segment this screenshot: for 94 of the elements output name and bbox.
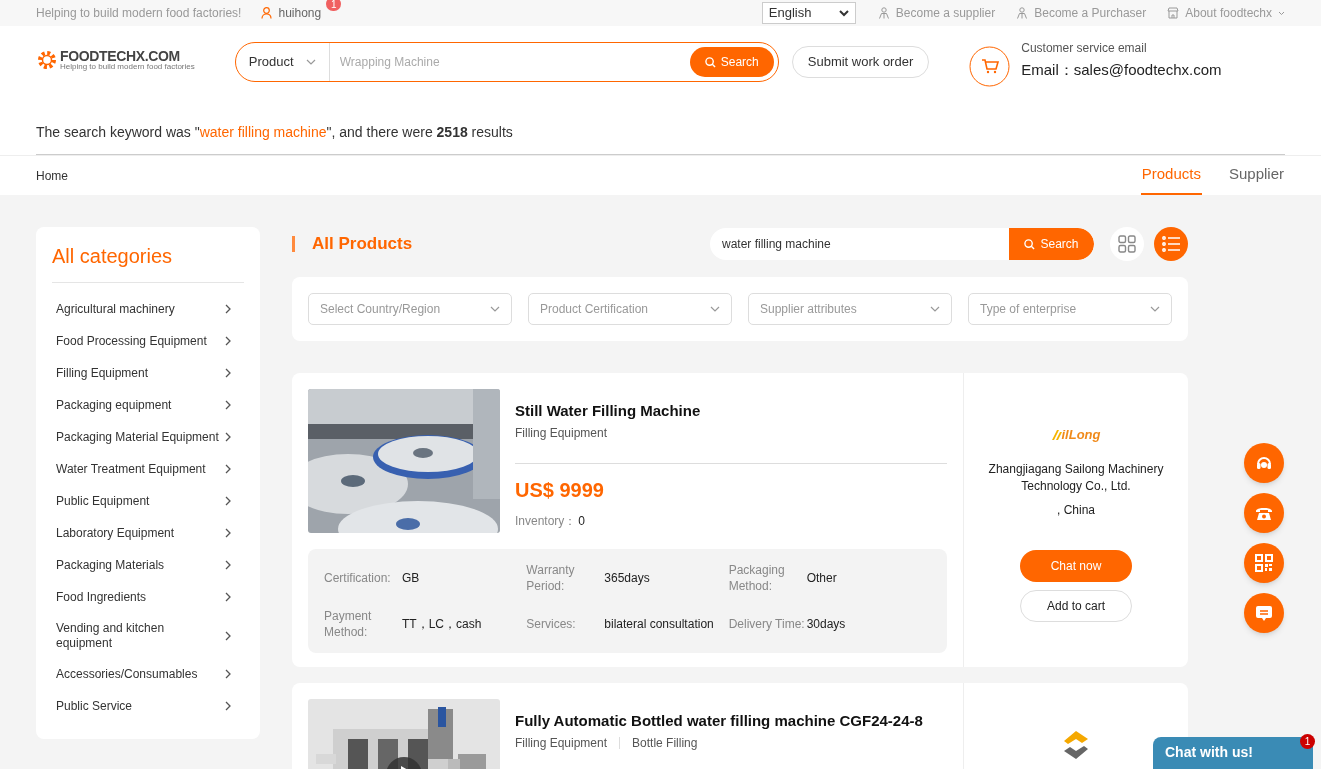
chevron-down-icon <box>838 9 849 17</box>
float-button[interactable] <box>1244 493 1284 533</box>
qr-code-icon <box>1255 554 1273 572</box>
logo-text: FOODTECHX.COM <box>60 49 181 63</box>
spec-label: Packaging Method: <box>728 562 786 594</box>
product-title[interactable]: Fully Automatic Bottled water filling machine CGF24-24-8 <box>515 710 947 733</box>
float-button[interactable] <box>1244 443 1284 483</box>
headset-icon <box>1255 454 1273 472</box>
category-item[interactable]: Public Equipment <box>52 485 244 517</box>
inventory-value: 0 <box>578 512 586 530</box>
spec-value: 30days <box>806 616 846 633</box>
phone-icon <box>1255 505 1273 521</box>
spec-label: Services: <box>526 616 577 632</box>
category-item[interactable]: Agricultural machinery <box>52 293 244 325</box>
spec-value: GB <box>402 570 420 587</box>
search-icon <box>1024 238 1036 250</box>
user-icon <box>261 7 273 19</box>
category-tag: Bottle Filling <box>632 733 698 752</box>
chevron-right-icon <box>224 304 232 314</box>
supplier-logo-text: ilLong <box>1061 426 1101 444</box>
chevron-down-icon <box>305 59 316 65</box>
category-item[interactable]: Vending and kitchen equipment <box>52 613 244 658</box>
cart-icon[interactable] <box>969 46 1011 87</box>
chevron-down-icon <box>1150 306 1160 312</box>
category-item[interactable]: Packaging Materials <box>52 549 244 581</box>
float-button[interactable] <box>1244 543 1284 583</box>
spec-label: Payment Method: <box>324 608 373 640</box>
category-item[interactable]: Food Ingredients <box>52 581 244 613</box>
chevron-down-icon <box>930 306 940 312</box>
search-input[interactable]: Wrapping Machine <box>329 53 690 71</box>
result-summary: The search keyword was "water filling machine", and there were 2518 results <box>36 123 514 142</box>
chevron-right-icon <box>224 432 232 442</box>
chevron-down-icon <box>1278 10 1285 16</box>
category-item[interactable]: Accessories/Consumables <box>52 658 244 690</box>
category-tag: Filling Equipment <box>515 733 608 752</box>
chevron-right-icon <box>224 464 232 474</box>
category-item[interactable]: Filling Equipment <box>52 357 244 389</box>
view-toggle[interactable] <box>1154 227 1188 261</box>
chevron-right-icon <box>224 669 232 679</box>
search-icon <box>704 56 716 68</box>
category-item[interactable]: Public Service <box>52 690 244 722</box>
supplier-location: , China <box>1057 501 1095 519</box>
product-search-input[interactable]: water filling machine <box>710 228 1009 260</box>
grid-view-icon <box>1118 235 1136 253</box>
scope-select[interactable]: Product <box>235 43 330 81</box>
service-label: Customer service email <box>1021 40 1148 57</box>
tab[interactable]: Supplier <box>1227 156 1285 195</box>
gear-logo-icon <box>36 49 58 71</box>
chevron-right-icon <box>224 630 232 641</box>
chevron-down-icon <box>710 306 720 312</box>
spec-value: Other <box>806 570 837 587</box>
spec-value: bilateral consultation <box>604 616 714 633</box>
person-icon <box>1016 7 1029 19</box>
chat-badge: 1 <box>1300 734 1315 749</box>
message-icon <box>1255 604 1273 622</box>
spec-label: Certification: <box>324 570 392 586</box>
category-item[interactable]: Laboratory Equipment <box>52 517 244 549</box>
view-toggle[interactable] <box>1110 227 1144 261</box>
product-search-bar[interactable]: water filling machine Search <box>710 228 1094 260</box>
inventory-label: Inventory： <box>515 512 577 530</box>
spec-label: Warranty Period: <box>526 562 576 594</box>
chevron-right-icon <box>224 701 232 711</box>
chevron-down-icon <box>490 306 500 312</box>
category-item[interactable]: Food Processing Equipment <box>52 325 244 357</box>
chevron-right-icon <box>224 528 232 538</box>
supplier-name[interactable]: Zhangjiagang Sailong Machinery Technology Co., Ltd. <box>981 460 1171 495</box>
service-email: Email：sales@foodtechx.com <box>1021 60 1222 80</box>
breadcrumb-link[interactable]: Home <box>36 166 68 185</box>
store-icon <box>1167 7 1180 19</box>
slogan: Helping to build modern food factories! <box>36 5 242 22</box>
category-item[interactable]: Packaging equipment <box>52 389 244 421</box>
notification-badge: 1 <box>326 0 342 11</box>
category-item[interactable]: Packaging Material Equipment <box>52 421 244 453</box>
chevron-right-icon <box>224 336 232 346</box>
language-select[interactable]: English <box>761 2 856 24</box>
product-title[interactable]: Still Water Filling Machine <box>515 400 947 423</box>
float-button[interactable] <box>1244 593 1284 633</box>
spec-label: Delivery Time: <box>728 616 806 632</box>
category-tag: Filling Equipment <box>515 423 608 442</box>
chevron-right-icon <box>224 560 232 570</box>
chevron-right-icon <box>224 400 232 410</box>
chevron-right-icon <box>224 592 232 602</box>
price: US$ 9999 <box>515 477 605 503</box>
chevron-right-icon <box>224 496 232 506</box>
list-view-icon <box>1162 236 1180 252</box>
spec-value: TT，LC，cash <box>402 616 482 633</box>
panel-title: All categories <box>52 241 244 283</box>
chevron-right-icon <box>224 368 232 378</box>
logo-tagline: Helping to build modern food factories <box>60 63 195 71</box>
person-icon <box>877 7 890 19</box>
spec-value: 365days <box>604 570 650 587</box>
category-item[interactable]: Water Treatment Equipment <box>52 453 244 485</box>
section-title: All Products <box>312 233 413 256</box>
supplier-logo-icon <box>1051 429 1062 440</box>
